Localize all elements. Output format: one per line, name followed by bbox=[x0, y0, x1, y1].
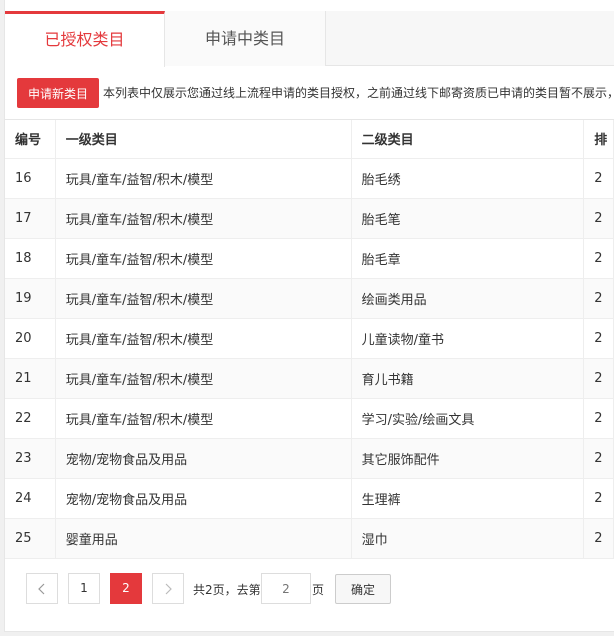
row-id: 23 bbox=[5, 438, 56, 479]
row-level1-category: 玩具/童车/益智/积木/模型 bbox=[55, 278, 352, 319]
notice-bar: 申请新类目 本列表中仅展示您通过线上流程申请的类目授权，之前通过线下邮寄资质已申… bbox=[5, 66, 614, 120]
table-row: 17 玩具/童车/益智/积木/模型 胎毛笔 2 bbox=[5, 198, 614, 239]
row-level2-category: 生理裤 bbox=[351, 478, 585, 519]
row-level1-category: 玩具/童车/益智/积木/模型 bbox=[55, 318, 352, 359]
header-level1-category: 一级类目 bbox=[55, 120, 352, 159]
pagination: 1 2 共2页，去第 页 确定 bbox=[5, 560, 614, 620]
row-cut-column: 2 bbox=[583, 158, 614, 199]
row-cut-column: 2 bbox=[583, 238, 614, 279]
row-id: 24 bbox=[5, 478, 56, 519]
chevron-right-icon bbox=[165, 583, 172, 595]
table-row: 25 婴童用品 湿巾 2 bbox=[5, 518, 614, 559]
row-level1-category: 婴童用品 bbox=[55, 518, 352, 559]
chevron-left-icon bbox=[38, 583, 45, 595]
row-cut-column: 2 bbox=[583, 398, 614, 439]
row-level2-category: 儿童读物/童书 bbox=[351, 318, 585, 359]
page-2-button[interactable]: 2 bbox=[110, 573, 142, 604]
row-level1-category: 玩具/童车/益智/积木/模型 bbox=[55, 198, 352, 239]
table-header-row: 编号 一级类目 二级类目 排 bbox=[5, 120, 614, 159]
row-id: 20 bbox=[5, 318, 56, 359]
row-level2-category: 学习/实验/绘画文具 bbox=[351, 398, 585, 439]
row-cut-column: 2 bbox=[583, 478, 614, 519]
table-row: 18 玩具/童车/益智/积木/模型 胎毛章 2 bbox=[5, 238, 614, 279]
table-row: 24 宠物/宠物食品及用品 生理裤 2 bbox=[5, 478, 614, 519]
row-level2-category: 胎毛笔 bbox=[351, 198, 585, 239]
table-row: 19 玩具/童车/益智/积木/模型 绘画类用品 2 bbox=[5, 278, 614, 319]
row-id: 21 bbox=[5, 358, 56, 399]
table-row: 16 玩具/童车/益智/积木/模型 胎毛绣 2 bbox=[5, 158, 614, 199]
prev-page-button[interactable] bbox=[26, 573, 58, 604]
row-level2-category: 绘画类用品 bbox=[351, 278, 585, 319]
row-id: 17 bbox=[5, 198, 56, 239]
row-id: 18 bbox=[5, 238, 56, 279]
category-panel: 已授权类目 申请中类目 申请新类目 本列表中仅展示您通过线上流程申请的类目授权，… bbox=[4, 0, 614, 632]
next-page-button[interactable] bbox=[152, 573, 184, 604]
row-cut-column: 2 bbox=[583, 438, 614, 479]
header-id: 编号 bbox=[5, 120, 56, 159]
apply-new-category-button[interactable]: 申请新类目 bbox=[17, 78, 99, 108]
row-cut-column: 2 bbox=[583, 358, 614, 399]
row-level1-category: 宠物/宠物食品及用品 bbox=[55, 478, 352, 519]
tab-pending-categories[interactable]: 申请中类目 bbox=[165, 11, 326, 66]
row-level1-category: 玩具/童车/益智/积木/模型 bbox=[55, 398, 352, 439]
table-row: 21 玩具/童车/益智/积木/模型 育儿书籍 2 bbox=[5, 358, 614, 399]
table-row: 22 玩具/童车/益智/积木/模型 学习/实验/绘画文具 2 bbox=[5, 398, 614, 439]
row-cut-column: 2 bbox=[583, 278, 614, 319]
notice-text: 本列表中仅展示您通过线上流程申请的类目授权，之前通过线下邮寄资质已申请的类目暂不… bbox=[103, 86, 614, 100]
row-id: 25 bbox=[5, 518, 56, 559]
row-level2-category: 胎毛章 bbox=[351, 238, 585, 279]
table-row: 23 宠物/宠物食品及用品 其它服饰配件 2 bbox=[5, 438, 614, 479]
tab-authorized-categories[interactable]: 已授权类目 bbox=[5, 11, 165, 67]
page-number-input[interactable] bbox=[261, 573, 311, 604]
row-id: 16 bbox=[5, 158, 56, 199]
page-1-button[interactable]: 1 bbox=[68, 573, 100, 604]
row-level2-category: 胎毛绣 bbox=[351, 158, 585, 199]
row-level2-category: 育儿书籍 bbox=[351, 358, 585, 399]
row-id: 19 bbox=[5, 278, 56, 319]
category-table: 编号 一级类目 二级类目 排 16 玩具/童车/益智/积木/模型 胎毛绣 2 17 玩具/… bbox=[5, 120, 614, 559]
confirm-page-button[interactable]: 确定 bbox=[335, 574, 391, 604]
row-level2-category: 湿巾 bbox=[351, 518, 585, 559]
total-pages-text: 共2页，去第 bbox=[193, 583, 261, 597]
header-cut-column: 排 bbox=[583, 120, 614, 159]
row-level1-category: 宠物/宠物食品及用品 bbox=[55, 438, 352, 479]
row-level1-category: 玩具/童车/益智/积木/模型 bbox=[55, 358, 352, 399]
row-cut-column: 2 bbox=[583, 198, 614, 239]
header-level2-category: 二级类目 bbox=[351, 120, 585, 159]
page-suffix-text: 页 bbox=[312, 583, 325, 597]
row-cut-column: 2 bbox=[583, 518, 614, 559]
row-level1-category: 玩具/童车/益智/积木/模型 bbox=[55, 238, 352, 279]
row-id: 22 bbox=[5, 398, 56, 439]
tab-bar: 已授权类目 申请中类目 bbox=[5, 11, 614, 67]
row-level2-category: 其它服饰配件 bbox=[351, 438, 585, 479]
table-row: 20 玩具/童车/益智/积木/模型 儿童读物/童书 2 bbox=[5, 318, 614, 359]
row-level1-category: 玩具/童车/益智/积木/模型 bbox=[55, 158, 352, 199]
row-cut-column: 2 bbox=[583, 318, 614, 359]
